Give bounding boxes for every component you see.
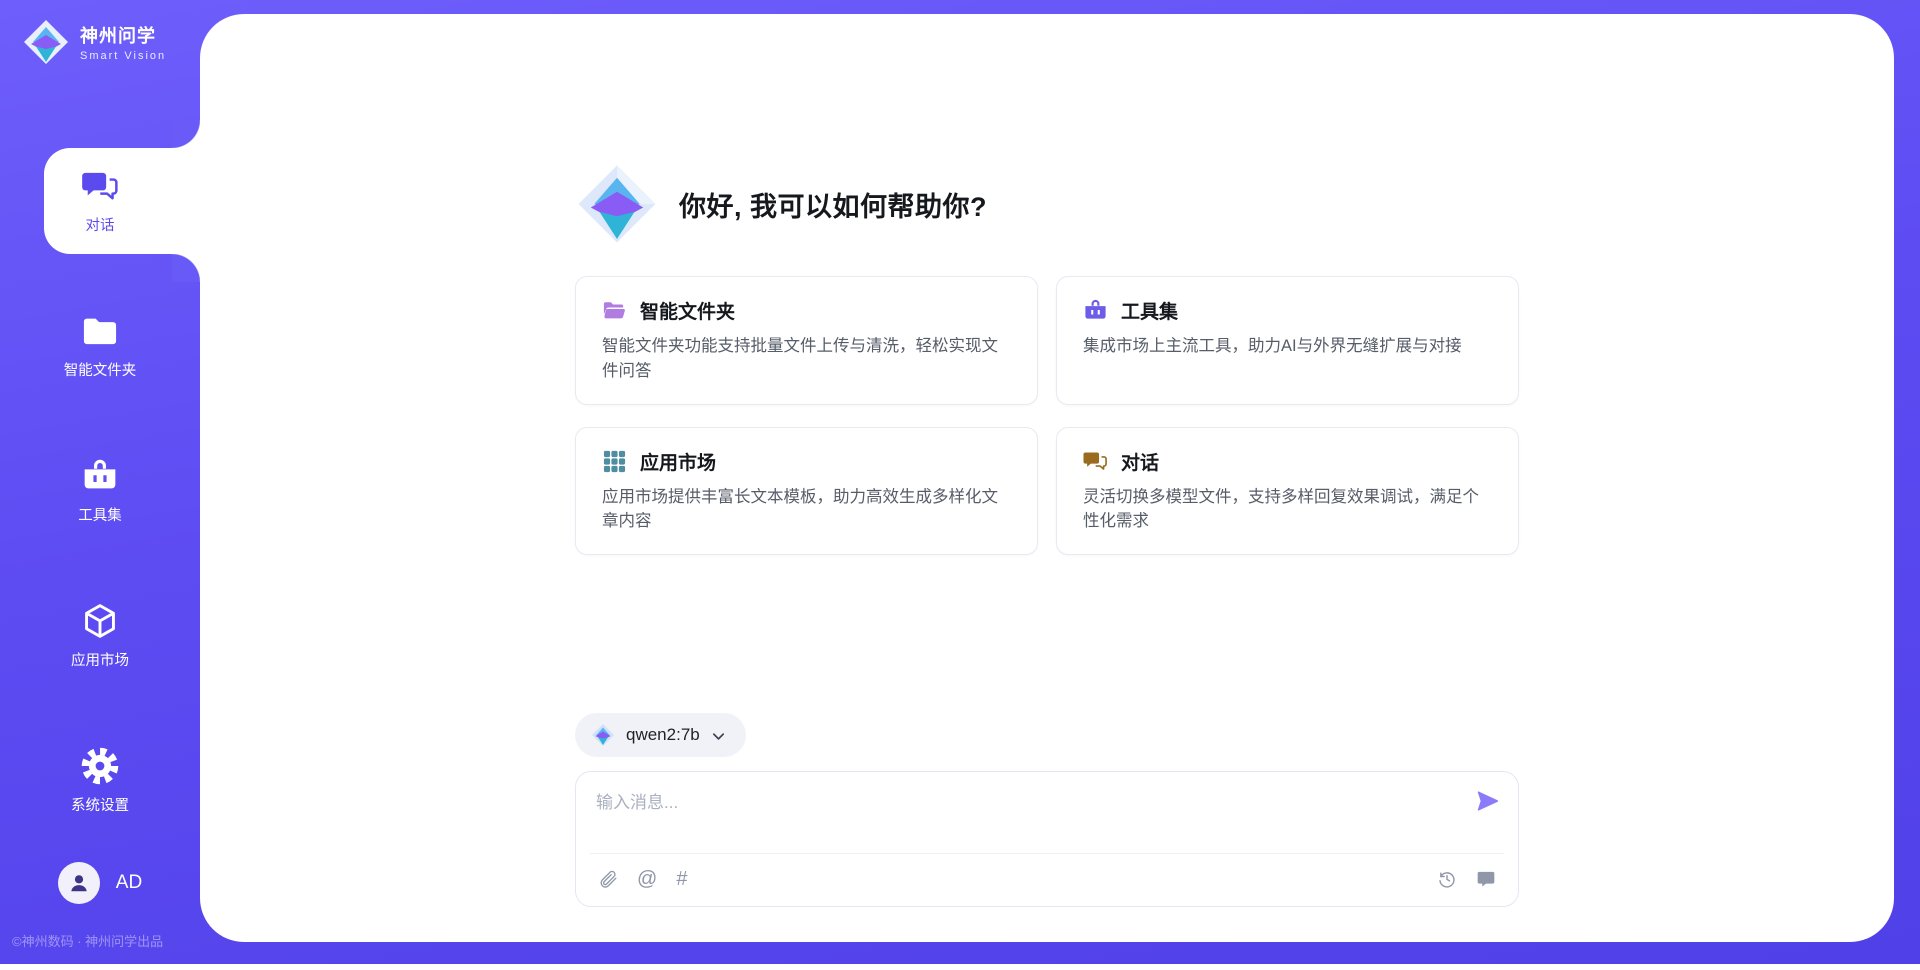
send-icon [1475, 788, 1501, 814]
toolbox-icon [1083, 298, 1108, 323]
sidebar-item-settings[interactable]: 系统设置 [0, 708, 200, 853]
card-header: 智能文件夹 [602, 297, 1011, 324]
composer-left-tools: @ # [598, 869, 687, 889]
person-icon [66, 870, 92, 896]
card-header: 工具集 [1083, 297, 1492, 324]
briefcase-icon [81, 457, 119, 495]
sidebar-item-label: 应用市场 [71, 649, 129, 670]
brand-text: 神州问学 Smart Vision [80, 22, 166, 62]
composer-right-tools [1437, 869, 1496, 889]
card-title: 工具集 [1121, 297, 1178, 324]
sidebar-item-app-market[interactable]: 应用市场 [0, 563, 200, 708]
brand-diamond-icon [22, 18, 70, 66]
bottom-strip [0, 964, 1920, 970]
card-description: 应用市场提供丰富长文本模板，助力高效生成多样化文章内容 [602, 485, 1011, 535]
model-diamond-icon [591, 723, 615, 747]
greeting-title: 你好, 我可以如何帮助你? [679, 185, 987, 224]
sidebar-item-chat[interactable]: 对话 [0, 128, 200, 273]
card-header: 应用市场 [602, 448, 1011, 475]
feedback-bubble-icon[interactable] [1476, 869, 1496, 889]
brand-subtitle: Smart Vision [80, 50, 166, 62]
sidebar-item-label: 系统设置 [71, 794, 129, 815]
card-header: 对话 [1083, 448, 1492, 475]
main-content: 你好, 我可以如何帮助你? 智能文件夹 智能文件夹功能支持批量文件上传与清洗，轻… [575, 14, 1519, 907]
app-grid-icon [602, 449, 627, 474]
composer-toolbar: @ # [598, 852, 1496, 906]
card-chat[interactable]: 对话 灵活切换多模型文件，支持多样回复效果调试，满足个性化需求 [1056, 427, 1519, 556]
sidebar-nav: 对话 智能文件夹 工具集 应用市场 [0, 128, 200, 853]
folder-icon [81, 312, 119, 350]
send-button[interactable] [1474, 788, 1502, 816]
copyright-footer: ©神州数码 · 神州问学出品 [12, 931, 202, 950]
app-background: 神州问学 Smart Vision 对话 智能文件夹 [0, 0, 1920, 964]
model-name: qwen2:7b [626, 725, 700, 745]
sidebar-item-label: 工具集 [78, 504, 122, 525]
brand-name: 神州问学 [80, 22, 166, 48]
feature-cards: 智能文件夹 智能文件夹功能支持批量文件上传与清洗，轻松实现文件问答 工具集 集成… [575, 276, 1519, 555]
chat-icon [81, 167, 119, 205]
brand-logo-block: 神州问学 Smart Vision [22, 18, 166, 66]
card-description: 集成市场上主流工具，助力AI与外界无缝扩展与对接 [1083, 334, 1492, 359]
greeting-block: 你好, 我可以如何帮助你? [575, 162, 1519, 246]
sidebar: 神州问学 Smart Vision 对话 智能文件夹 [0, 0, 200, 964]
model-selector[interactable]: qwen2:7b [575, 713, 746, 757]
chat-bubbles-icon [1083, 449, 1108, 474]
open-folder-icon [602, 298, 627, 323]
card-description: 智能文件夹功能支持批量文件上传与清洗，轻松实现文件问答 [602, 334, 1011, 384]
mention-icon[interactable]: @ [637, 869, 657, 889]
user-account[interactable]: AD [0, 862, 200, 904]
history-icon[interactable] [1437, 869, 1457, 889]
paperclip-icon[interactable] [598, 869, 618, 889]
card-title: 智能文件夹 [640, 297, 735, 324]
avatar [58, 862, 100, 904]
message-composer: @ # [575, 771, 1519, 907]
chevron-down-icon [711, 727, 726, 744]
hero-diamond-icon [575, 162, 659, 246]
sidebar-item-toolset[interactable]: 工具集 [0, 418, 200, 563]
cube-icon [81, 602, 119, 640]
card-description: 灵活切换多模型文件，支持多样回复效果调试，满足个性化需求 [1083, 485, 1492, 535]
card-smart-folder[interactable]: 智能文件夹 智能文件夹功能支持批量文件上传与清洗，轻松实现文件问答 [575, 276, 1038, 405]
sidebar-item-label: 智能文件夹 [64, 359, 137, 380]
sidebar-item-label: 对话 [86, 214, 115, 235]
card-toolset[interactable]: 工具集 集成市场上主流工具，助力AI与外界无缝扩展与对接 [1056, 276, 1519, 405]
card-title: 对话 [1121, 448, 1159, 475]
user-name: AD [116, 872, 142, 894]
card-title: 应用市场 [640, 448, 716, 475]
message-input[interactable] [596, 788, 1436, 846]
main-panel: 你好, 我可以如何帮助你? 智能文件夹 智能文件夹功能支持批量文件上传与清洗，轻… [200, 14, 1894, 942]
sidebar-item-smart-folder[interactable]: 智能文件夹 [0, 273, 200, 418]
card-app-market[interactable]: 应用市场 应用市场提供丰富长文本模板，助力高效生成多样化文章内容 [575, 427, 1038, 556]
gear-icon [81, 747, 119, 785]
hashtag-icon[interactable]: # [676, 869, 687, 889]
active-tab-background [44, 148, 200, 254]
